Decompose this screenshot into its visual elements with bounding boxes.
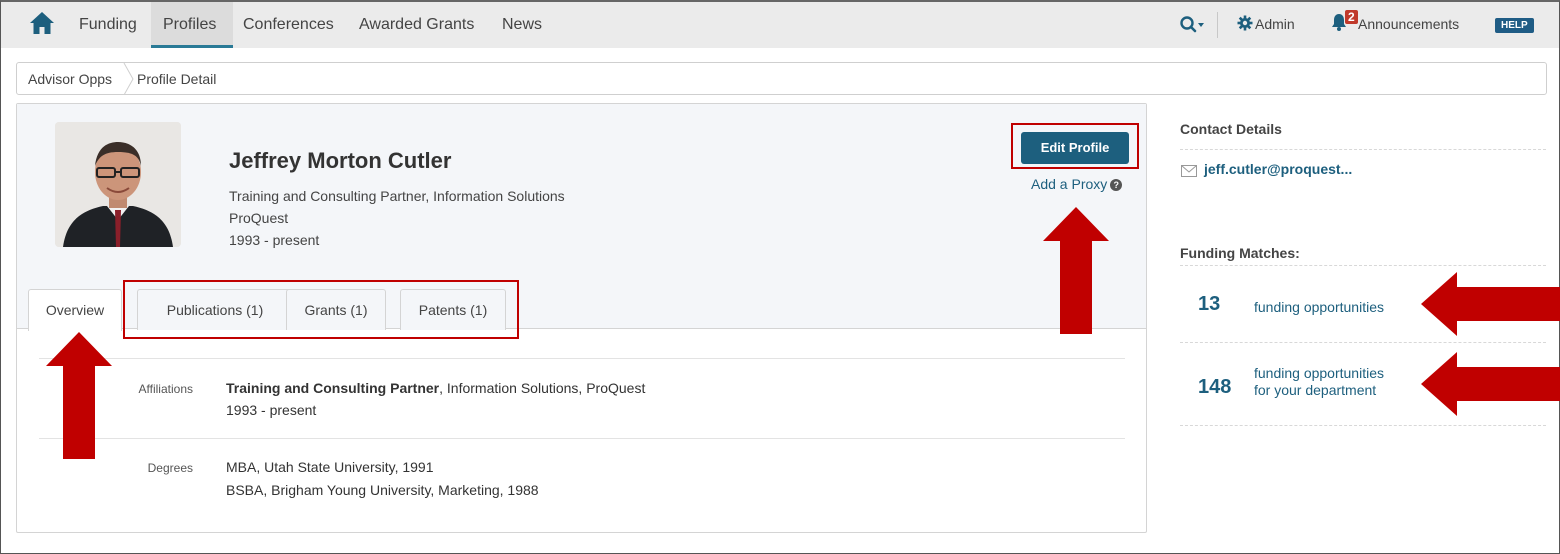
admin-link[interactable]: Admin [1255, 16, 1295, 32]
nav-item-funding[interactable]: Funding [79, 16, 137, 34]
profile-name: Jeffrey Morton Cutler [229, 148, 452, 173]
funding-matches-heading: Funding Matches: [1180, 245, 1300, 261]
arrow-left-icon [1421, 272, 1560, 336]
tab-overview[interactable]: Overview [28, 289, 122, 331]
nav-item-news[interactable]: News [502, 16, 542, 34]
add-proxy-label: Add a Proxy [1031, 176, 1108, 192]
question-icon[interactable]: ? [1110, 179, 1123, 191]
top-nav: Funding Profiles Conferences Awarded Gra… [1, 2, 1559, 48]
contact-details-heading: Contact Details [1180, 121, 1282, 137]
annotation-box-edit-profile [1011, 123, 1139, 169]
help-button[interactable]: HELP [1495, 18, 1534, 33]
divider [39, 358, 1125, 359]
profile-years: 1993 - present [229, 232, 320, 248]
divider [1180, 342, 1546, 343]
home-icon[interactable] [29, 11, 55, 35]
arrow-left-icon [1421, 352, 1560, 416]
affiliation-value: Training and Consulting Partner, Informa… [226, 380, 645, 396]
nav-item-conferences[interactable]: Conferences [243, 16, 334, 34]
affiliation-org: , Information Solutions, ProQuest [439, 380, 646, 396]
divider [39, 438, 1125, 439]
search-icon[interactable] [1179, 15, 1205, 35]
department-match-count[interactable]: 148 [1198, 376, 1231, 399]
nav-item-profiles[interactable]: Profiles [163, 16, 216, 34]
department-match-line2: for your department [1254, 382, 1377, 398]
email-link[interactable]: jeff.cutler@proquest... [1204, 161, 1352, 177]
arrow-up-icon [1043, 207, 1109, 334]
degrees-label: Degrees [147, 461, 193, 475]
profile-title: Training and Consulting Partner, Informa… [229, 188, 565, 204]
divider [1180, 149, 1546, 150]
degree-item: MBA, Utah State University, 1991 [226, 459, 434, 475]
affiliation-years: 1993 - present [226, 402, 317, 418]
profile-photo [55, 122, 181, 247]
department-match-link[interactable]: funding opportunities for your departmen… [1254, 365, 1384, 399]
arrow-up-icon [46, 332, 112, 459]
breadcrumb: Advisor Opps Profile Detail [16, 62, 1547, 95]
funding-match-link[interactable]: funding opportunities [1254, 299, 1384, 316]
annotation-box-tabs [123, 280, 519, 339]
gear-icon[interactable] [1237, 15, 1253, 31]
breadcrumb-item-profile-detail: Profile Detail [137, 71, 217, 87]
avatar [55, 122, 181, 247]
nav-divider [1217, 12, 1218, 38]
add-proxy-link[interactable]: Add a Proxy? [1031, 176, 1123, 192]
announcements-count-badge: 2 [1345, 10, 1358, 24]
nav-item-awarded-grants[interactable]: Awarded Grants [359, 16, 474, 34]
divider [1180, 425, 1546, 426]
affiliation-role: Training and Consulting Partner [226, 380, 440, 396]
degree-item: BSBA, Brigham Young University, Marketin… [226, 482, 539, 498]
profile-organization: ProQuest [229, 210, 289, 226]
breadcrumb-item-advisor-opps[interactable]: Advisor Opps [28, 71, 112, 87]
announcements-link[interactable]: Announcements [1358, 16, 1459, 32]
mail-icon [1181, 165, 1197, 177]
funding-match-count[interactable]: 13 [1198, 293, 1220, 316]
department-match-line1: funding opportunities [1254, 365, 1384, 381]
breadcrumb-separator-icon [123, 63, 134, 95]
divider [1180, 265, 1546, 266]
